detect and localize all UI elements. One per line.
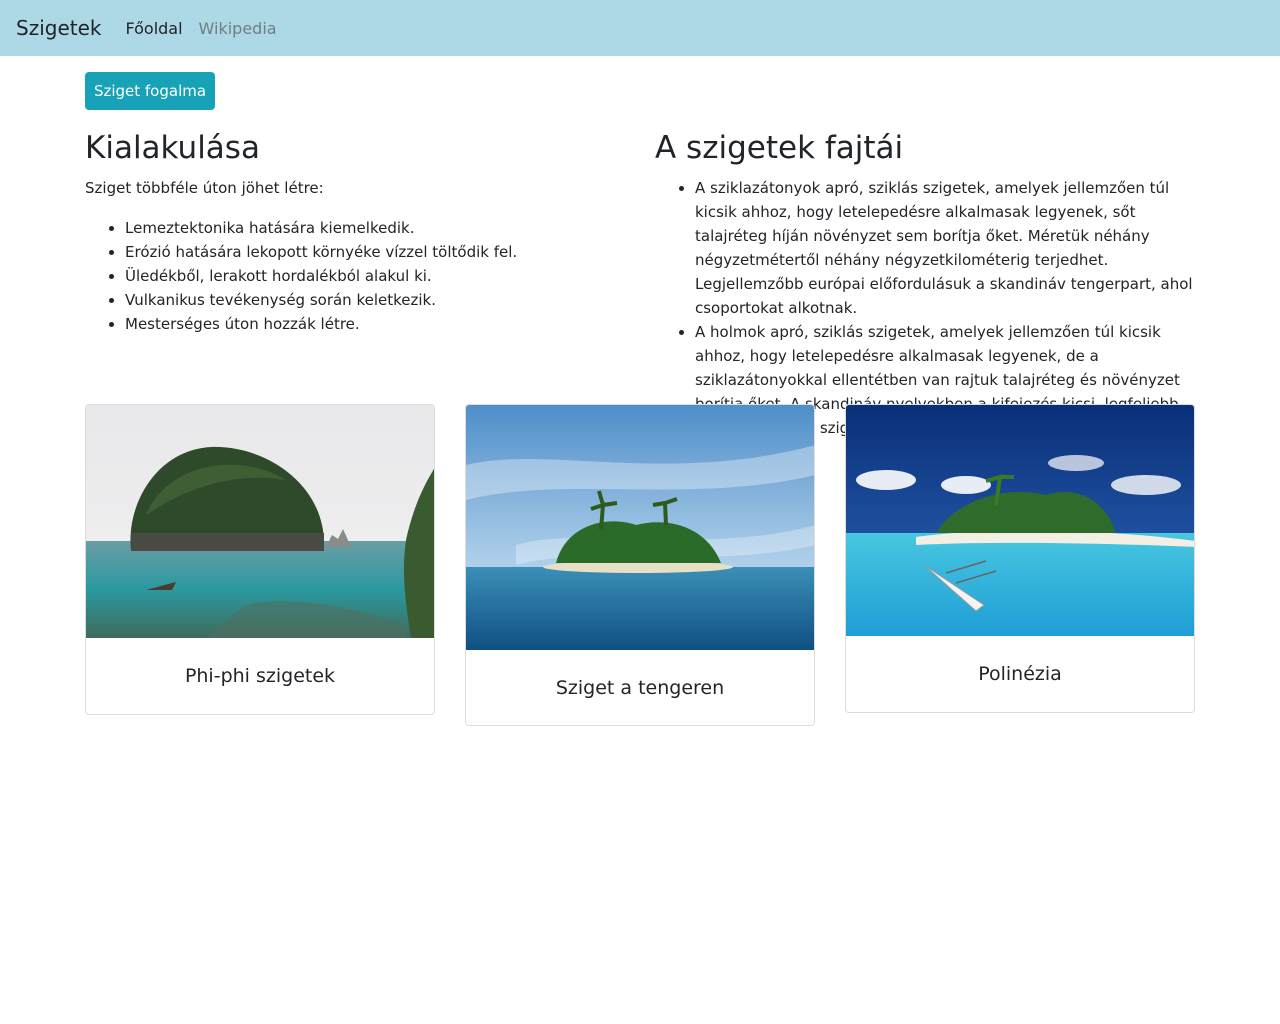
formation-section: Kialakulása Sziget többféle úton jöhet l… xyxy=(85,128,625,336)
phi-phi-image xyxy=(86,405,434,638)
list-item: Lemeztektonika hatására kiemelkedik. xyxy=(125,216,625,240)
island-sea-image xyxy=(466,405,814,650)
card-body: Phi-phi szigetek xyxy=(86,638,434,714)
nav-link-wikipedia[interactable]: Wikipedia xyxy=(199,19,277,38)
list-item: A sziklazátonyok apró, sziklás szigetek,… xyxy=(695,176,1200,320)
card-polynesia[interactable]: Polinézia xyxy=(845,404,1195,713)
card-phi-phi[interactable]: Phi-phi szigetek xyxy=(85,404,435,715)
list-item: Mesterséges úton hozzák létre. xyxy=(125,312,625,336)
formation-heading: Kialakulása xyxy=(85,130,260,166)
list-item: Üledékből, lerakott hordalékból alakul k… xyxy=(125,264,625,288)
types-heading: A szigetek fajtái xyxy=(655,130,904,166)
card-body: Sziget a tengeren xyxy=(466,650,814,725)
card-title: Phi-phi szigetek xyxy=(184,665,336,687)
island-definition-button[interactable]: Sziget fogalma xyxy=(85,72,215,110)
formation-list: Lemeztektonika hatására kiemelkedik. Eró… xyxy=(85,216,625,336)
formation-intro: Sziget többféle úton jöhet létre: xyxy=(85,179,324,197)
card-title: Polinézia xyxy=(978,663,1062,685)
types-list: A sziklazátonyok apró, sziklás szigetek,… xyxy=(655,176,1200,440)
navbar: Szigetek Főoldal Wikipedia xyxy=(0,0,1280,56)
brand-link[interactable]: Szigetek xyxy=(16,16,101,40)
list-item: Vulkanikus tevékenység során keletkezik. xyxy=(125,288,625,312)
card-island-sea[interactable]: Sziget a tengeren xyxy=(465,404,815,726)
card-body: Polinézia xyxy=(846,636,1194,712)
polynesia-image xyxy=(846,405,1194,636)
card-title: Sziget a tengeren xyxy=(555,676,725,699)
nav-link-home[interactable]: Főoldal xyxy=(125,19,182,38)
list-item: Erózió hatására lekopott környéke vízzel… xyxy=(125,240,625,264)
types-section: A szigetek fajtái A sziklazátonyok apró,… xyxy=(655,128,1200,440)
